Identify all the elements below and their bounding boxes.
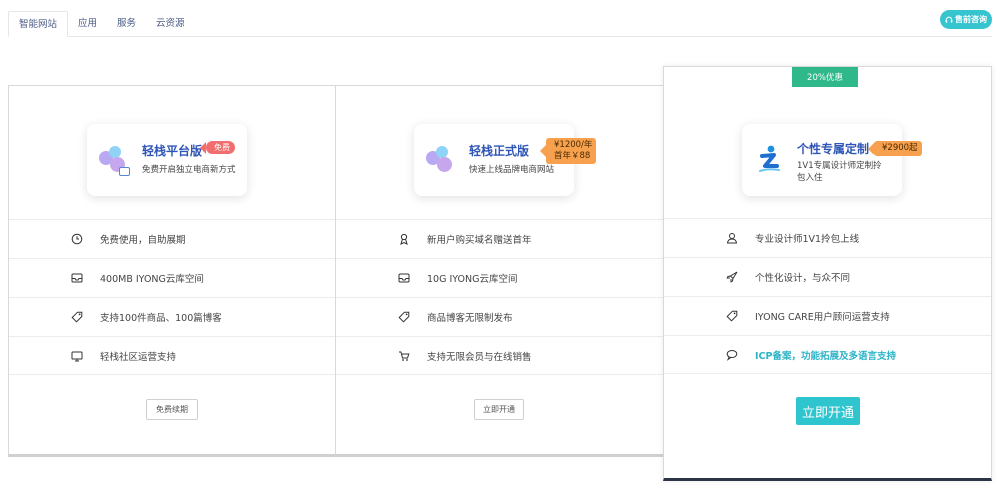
feature-text: ICP备案，功能拓展及多语言支持: [755, 350, 896, 362]
presales-consult-label: 售前咨询: [955, 15, 987, 24]
activate-now-button[interactable]: 立即开通: [796, 397, 860, 425]
activate-now-button[interactable]: 立即开通: [474, 399, 524, 420]
feature-text: 个性化设计，与众不同: [755, 273, 851, 284]
qingzhan-logo-icon: [97, 142, 131, 176]
feature-text: 专业设计师1V1拎包上线: [755, 234, 860, 245]
plan-description: 1V1专属设计师定制拎包入住: [797, 161, 882, 183]
plan-title: 轻栈平台版: [142, 144, 203, 158]
feature-item: 400MB IYONG云库空间: [9, 258, 335, 297]
plan-card-platform: 轻栈平台版 免费 免费开启独立电商新方式 免费使用，自助展期 400MB IYO…: [8, 85, 336, 457]
feature-text: 400MB IYONG云库空间: [100, 274, 204, 285]
feature-item: 支持100件商品、100篇博客: [9, 297, 335, 336]
plan-card-official: 轻栈正式版 ¥1200/年 首年￥88 快速上线品牌电商网站 新用户购买域名赠送…: [335, 85, 664, 457]
feature-text: 商品博客无限制发布: [427, 313, 513, 324]
feature-list: 新用户购买域名赠送首年 10G IYONG云库空间 商品博客无限制发布 支持无限…: [336, 219, 663, 375]
feature-text: 新用户购买域名赠送首年: [427, 235, 532, 246]
plan-header: 个性专属定制 ¥2900起 1V1专属设计师定制拎包入住: [742, 124, 922, 196]
free-badge: 免费: [200, 141, 235, 154]
inbox-icon: [398, 272, 410, 284]
chat-icon: [726, 349, 738, 361]
tab-services[interactable]: 服务: [107, 11, 146, 37]
feature-item: ICP备案，功能拓展及多语言支持: [664, 335, 991, 374]
feature-text: 支持无限会员与在线销售: [427, 351, 532, 363]
monitor-icon: [71, 350, 83, 362]
plan-title: 轻栈正式版: [469, 144, 530, 158]
price-badge: ¥2900起: [868, 141, 922, 156]
plan-title: 个性专属定制: [797, 142, 870, 156]
feature-item: 专业设计师1V1拎包上线: [664, 218, 991, 257]
feature-item: 新用户购买域名赠送首年: [336, 219, 663, 258]
qingzhan-logo-icon: [424, 142, 458, 176]
category-tabs: 智能网站 应用 服务 云资源: [8, 11, 195, 37]
price-badge: ¥1200/年 首年￥88: [539, 138, 597, 164]
clock-icon: [71, 233, 83, 245]
price-first-year: 首年￥88: [554, 151, 591, 161]
feature-text: 支持100件商品、100篇博客: [100, 313, 222, 324]
tab-cloud-resources[interactable]: 云资源: [146, 11, 195, 37]
plan-card-custom: 20%优惠 个性专属定制 ¥2900起 1V1专属设计师定制拎包入住 专业设计师…: [663, 66, 992, 481]
feature-text: IYONG CARE用户顾问运营支持: [755, 312, 890, 323]
feature-item: 10G IYONG云库空间: [336, 258, 663, 297]
feature-item: 轻栈社区运营支持: [9, 336, 335, 375]
feature-item: 个性化设计，与众不同: [664, 257, 991, 296]
tab-apps[interactable]: 应用: [68, 11, 107, 37]
discount-badge: 20%优惠: [792, 67, 858, 87]
feature-item: IYONG CARE用户顾问运营支持: [664, 296, 991, 335]
monitor-badge-icon: [119, 167, 130, 176]
feature-text: 轻栈社区运营支持: [100, 351, 177, 363]
rocket-icon: [726, 271, 738, 283]
price-annual: ¥1200/年: [554, 140, 593, 150]
plan-header: 轻栈平台版 免费 免费开启独立电商新方式: [87, 124, 247, 196]
tag-icon: [398, 311, 410, 323]
presales-consult-button[interactable]: 售前咨询: [940, 10, 992, 29]
feature-text: 10G IYONG云库空间: [427, 274, 518, 285]
tag-icon: [726, 310, 738, 322]
plan-description: 免费开启独立电商新方式: [142, 165, 236, 175]
tag-icon: [71, 311, 83, 323]
cart-icon: [398, 350, 410, 362]
headset-icon: [945, 16, 953, 24]
tab-smart-website[interactable]: 智能网站: [8, 11, 69, 37]
free-renewal-button[interactable]: 免费续期: [146, 399, 198, 420]
feature-list: 免费使用，自助展期 400MB IYONG云库空间 支持100件商品、100篇博…: [9, 219, 335, 375]
feature-item: 支持无限会员与在线销售: [336, 336, 663, 375]
feature-item: 商品博客无限制发布: [336, 297, 663, 336]
feature-text: 免费使用，自助展期: [100, 235, 186, 246]
inbox-icon: [71, 272, 83, 284]
feature-list: 专业设计师1V1拎包上线 个性化设计，与众不同 IYONG CARE用户顾问运营…: [664, 218, 991, 374]
gift-icon: [398, 233, 410, 245]
feature-item: 免费使用，自助展期: [9, 219, 335, 258]
plan-header: 轻栈正式版 ¥1200/年 首年￥88 快速上线品牌电商网站: [414, 124, 597, 196]
designer-logo-icon: [752, 142, 786, 176]
plan-description: 快速上线品牌电商网站: [469, 165, 555, 175]
user-icon: [726, 232, 738, 244]
